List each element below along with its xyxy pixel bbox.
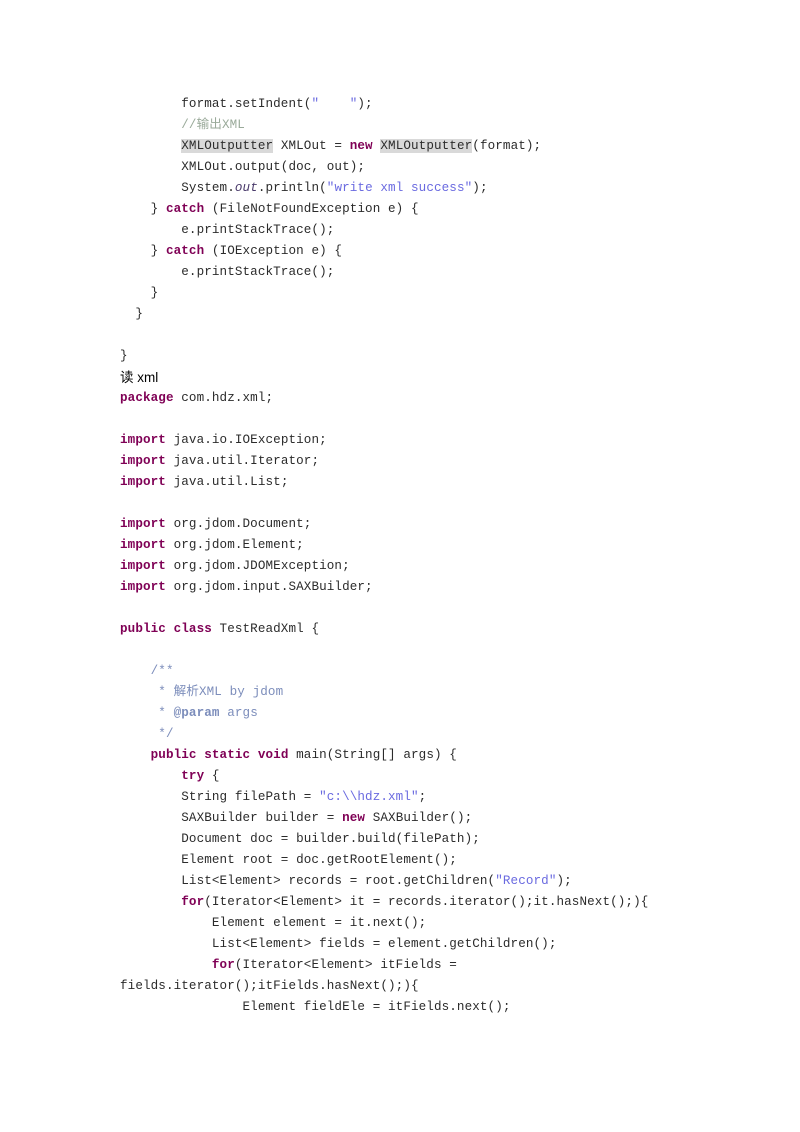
code-line: import java.util.Iterator; — [120, 454, 320, 468]
code-line: import org.jdom.input.SAXBuilder; — [120, 580, 373, 594]
code-line: e.printStackTrace(); — [120, 265, 335, 279]
code-line: */ — [120, 727, 174, 741]
code-line: format.setIndent(" "); — [120, 97, 373, 111]
code-line: String filePath = "c:\\hdz.xml"; — [120, 790, 427, 804]
code-line: System.out.println("write xml success"); — [120, 181, 488, 195]
code-line: public static void main(String[] args) { — [150, 748, 457, 762]
document-page: format.setIndent(" "); //输出XML XMLOutput… — [0, 0, 800, 1132]
code-line: XMLOut.output(doc, out); — [120, 160, 366, 174]
code-line: //输出XML — [181, 118, 245, 132]
code-line: } — [120, 286, 159, 300]
code-line: package com.hdz.xml; — [120, 391, 274, 405]
code-line: List<Element> fields = element.getChildr… — [120, 937, 557, 951]
code-line: import java.util.List; — [120, 475, 289, 489]
code-line: try { — [181, 769, 220, 783]
code-line: } — [120, 307, 143, 321]
section-heading-read-xml: 读 xml — [120, 370, 159, 385]
code-line: Element root = doc.getRootElement(); — [120, 853, 457, 867]
code-line: /** — [120, 664, 174, 678]
code-listing: format.setIndent(" "); //输出XML XMLOutput… — [120, 94, 720, 1018]
code-line: Document doc = builder.build(filePath); — [120, 832, 480, 846]
code-line: e.printStackTrace(); — [120, 223, 335, 237]
code-line: } — [120, 349, 128, 363]
code-line: * 解析XML by jdom — [120, 685, 284, 699]
code-line: for(Iterator<Element> itFields = — [211, 958, 457, 972]
code-line: } catch (IOException e) { — [120, 244, 343, 258]
code-line: List<Element> records = root.getChildren… — [120, 874, 572, 888]
code-line: import org.jdom.Element; — [120, 538, 304, 552]
code-line: public class TestReadXml { — [120, 622, 320, 636]
code-line: } catch (FileNotFoundException e) { — [120, 202, 419, 216]
code-line: import org.jdom.JDOMException; — [120, 559, 350, 573]
code-line: Element element = it.next(); — [120, 916, 427, 930]
code-line: Element fieldEle = itFields.next(); — [120, 1000, 511, 1014]
code-line: fields.iterator();itFields.hasNext();){ — [120, 979, 419, 993]
code-line: import java.io.IOException; — [120, 433, 327, 447]
code-line: XMLOutputter XMLOut = new XMLOutputter(f… — [181, 139, 542, 153]
code-line: import org.jdom.Document; — [120, 517, 312, 531]
code-line: for(Iterator<Element> it = records.itera… — [181, 895, 649, 909]
code-line: SAXBuilder builder = new SAXBuilder(); — [120, 811, 473, 825]
code-line: * @param args — [120, 706, 258, 720]
